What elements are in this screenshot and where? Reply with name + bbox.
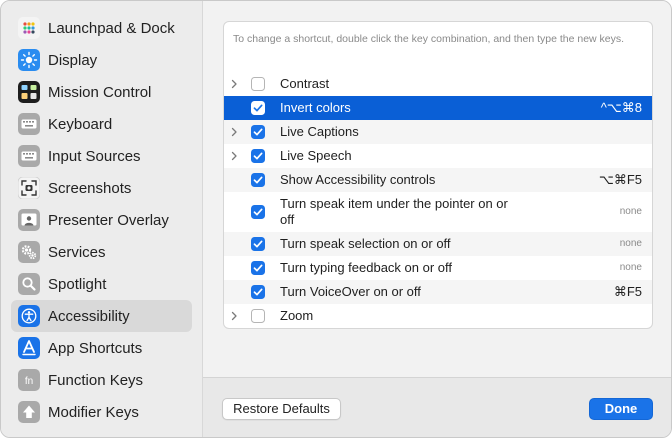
row-label: Zoom xyxy=(280,308,314,323)
checkbox[interactable] xyxy=(251,125,265,139)
row-label: Invert colors xyxy=(280,100,351,115)
sidebar-item-label: Accessibility xyxy=(48,307,130,325)
sidebar-item-input-sources[interactable]: Input Sources xyxy=(11,140,192,172)
shortcut-row-invert-colors[interactable]: Invert colors ^⌥⌘8 xyxy=(224,96,652,120)
checkbox[interactable] xyxy=(251,149,265,163)
shortcut-row-zoom[interactable]: Zoom xyxy=(224,304,652,328)
row-label: Turn speak item under the pointer on or … xyxy=(280,196,508,227)
sidebar-item-display[interactable]: Display xyxy=(11,44,192,76)
row-label: Live Speech xyxy=(280,148,352,163)
launchpad-dock-icon xyxy=(18,17,40,39)
row-shortcut[interactable]: none xyxy=(620,206,642,217)
modifier-keys-icon xyxy=(18,401,40,423)
row-label: Contrast xyxy=(280,76,330,91)
screenshots-icon xyxy=(18,177,40,199)
keyboard-icon xyxy=(18,113,40,135)
services-gear-icon xyxy=(18,241,40,263)
sidebar-item-label: Modifier Keys xyxy=(48,403,139,421)
sidebar-item-modifier-keys[interactable]: Modifier Keys xyxy=(11,396,192,428)
sidebar-item-function-keys[interactable]: fn Function Keys xyxy=(11,364,192,396)
sidebar-item-presenter-overlay[interactable]: Presenter Overlay xyxy=(11,204,192,236)
shortcut-row-typing-feedback[interactable]: Turn typing feedback on or off none xyxy=(224,256,652,280)
checkbox[interactable] xyxy=(251,261,265,275)
main-content: To change a shortcut, double click the k… xyxy=(203,1,671,377)
sidebar-item-label: Keyboard xyxy=(48,115,113,133)
keyboard-shortcuts-window: Launchpad & Dock Display Mission Control… xyxy=(0,0,672,438)
accessibility-icon xyxy=(18,305,40,327)
row-label: Live Captions xyxy=(280,124,359,139)
input-sources-icon xyxy=(18,145,40,167)
footer-bar: Restore Defaults Done xyxy=(203,377,671,437)
row-shortcut[interactable]: none xyxy=(620,238,642,249)
row-shortcut[interactable]: ⌥⌘F5 xyxy=(599,172,642,188)
restore-defaults-button[interactable]: Restore Defaults xyxy=(222,398,341,420)
sidebar-item-launchpad-dock[interactable]: Launchpad & Dock xyxy=(11,12,192,44)
checkbox[interactable] xyxy=(251,77,265,91)
sidebar-item-label: Screenshots xyxy=(48,179,132,197)
sidebar-item-label: Launchpad & Dock xyxy=(48,19,175,37)
sidebar-item-label: Mission Control xyxy=(48,83,152,101)
sidebar: Launchpad & Dock Display Mission Control… xyxy=(1,1,203,437)
sidebar-item-app-shortcuts[interactable]: App Shortcuts xyxy=(11,332,192,364)
sidebar-item-keyboard[interactable]: Keyboard xyxy=(11,108,192,140)
sidebar-item-screenshots[interactable]: Screenshots xyxy=(11,172,192,204)
shortcut-row-speak-selection[interactable]: Turn speak selection on or off none xyxy=(224,232,652,256)
row-shortcut[interactable]: ⌘F5 xyxy=(614,284,642,300)
sidebar-item-label: Presenter Overlay xyxy=(48,211,169,229)
sidebar-item-label: Input Sources xyxy=(48,147,141,165)
shortcut-row-voiceover[interactable]: Turn VoiceOver on or off ⌘F5 xyxy=(224,280,652,304)
sidebar-item-label: App Shortcuts xyxy=(48,339,143,357)
row-label: Turn speak selection on or off xyxy=(280,236,451,251)
shortcut-row-show-accessibility-controls[interactable]: Show Accessibility controls ⌥⌘F5 xyxy=(224,168,652,192)
checkbox[interactable] xyxy=(251,285,265,299)
sidebar-item-label: Services xyxy=(48,243,106,261)
chevron-right-icon[interactable] xyxy=(229,311,239,321)
function-keys-icon-text: fn xyxy=(25,376,33,387)
sidebar-item-label: Display xyxy=(48,51,98,69)
sidebar-item-accessibility[interactable]: Accessibility xyxy=(11,300,192,332)
sidebar-item-mission-control[interactable]: Mission Control xyxy=(11,76,192,108)
chevron-right-icon[interactable] xyxy=(229,151,239,161)
done-button[interactable]: Done xyxy=(589,398,653,420)
sidebar-item-label: Function Keys xyxy=(48,371,144,389)
sidebar-item-services[interactable]: Services xyxy=(11,236,192,268)
row-label: Show Accessibility controls xyxy=(280,172,436,187)
mission-control-icon xyxy=(18,81,40,103)
checkbox[interactable] xyxy=(251,173,265,187)
shortcut-row-contrast[interactable]: Contrast xyxy=(224,72,652,96)
checkbox[interactable] xyxy=(251,101,265,115)
function-keys-icon: fn xyxy=(18,369,40,391)
sidebar-item-spotlight[interactable]: Spotlight xyxy=(11,268,192,300)
presenter-overlay-icon xyxy=(18,209,40,231)
chevron-right-icon[interactable] xyxy=(229,79,239,89)
row-label: Turn VoiceOver on or off xyxy=(280,284,421,299)
app-shortcuts-icon xyxy=(18,337,40,359)
checkbox[interactable] xyxy=(251,237,265,251)
shortcut-row-speak-item-under-pointer[interactable]: Turn speak item under the pointer on or … xyxy=(224,192,652,232)
checkbox[interactable] xyxy=(251,309,265,323)
row-shortcut[interactable]: ^⌥⌘8 xyxy=(601,100,642,116)
display-icon xyxy=(18,49,40,71)
spotlight-icon xyxy=(18,273,40,295)
shortcut-row-live-speech[interactable]: Live Speech xyxy=(224,144,652,168)
row-label: Turn typing feedback on or off xyxy=(280,260,452,275)
shortcuts-panel: To change a shortcut, double click the k… xyxy=(223,21,653,329)
checkbox[interactable] xyxy=(251,205,265,219)
chevron-right-icon[interactable] xyxy=(229,127,239,137)
shortcut-row-live-captions[interactable]: Live Captions xyxy=(224,120,652,144)
row-shortcut[interactable]: none xyxy=(620,262,642,273)
hint-text: To change a shortcut, double click the k… xyxy=(233,33,625,45)
sidebar-item-label: Spotlight xyxy=(48,275,107,293)
